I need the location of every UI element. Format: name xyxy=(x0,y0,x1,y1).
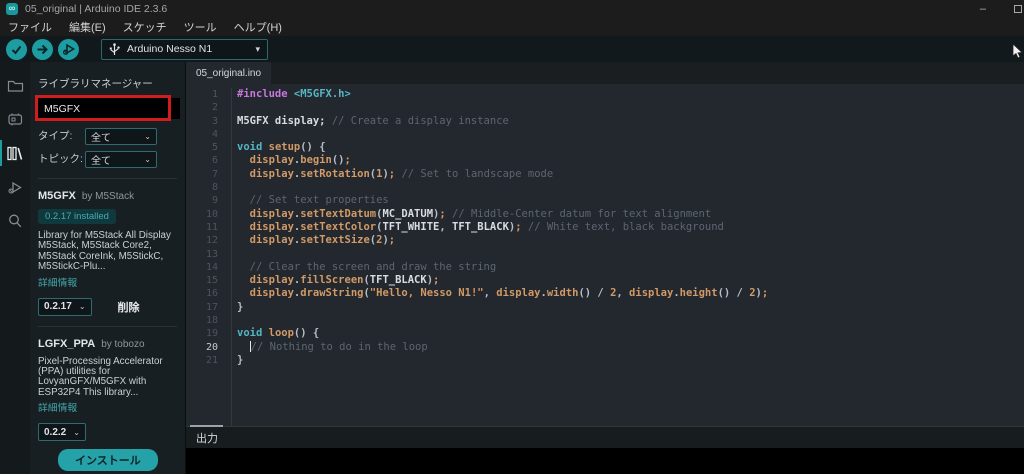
library-manager-panel: ライブラリマネージャー タイプ: 全て ⌄ トピック: 全て ⌄ M5GFX b… xyxy=(30,62,186,474)
chevron-down-icon: ▾ xyxy=(255,44,260,55)
library-author: by tobozo xyxy=(101,339,144,350)
output-panel: 出力 xyxy=(186,426,1024,474)
verify-button[interactable] xyxy=(6,39,27,60)
upload-button[interactable] xyxy=(32,39,53,60)
library-name: M5GFX xyxy=(38,190,76,202)
topic-filter-row: トピック: 全て ⌄ xyxy=(38,151,185,168)
remove-button[interactable]: 削除 xyxy=(118,299,140,315)
chevron-down-icon: ⌄ xyxy=(144,155,151,164)
menu-file[interactable]: ファイル xyxy=(8,19,52,35)
tab-output[interactable]: 出力 xyxy=(196,430,218,446)
library-actions: 0.2.17 ⌄ 削除 xyxy=(38,298,175,316)
menubar: ファイル 編集(E) スケッチ ツール ヘルプ(H) xyxy=(0,18,1024,36)
library-search xyxy=(38,98,180,119)
library-card-lgfx-ppa: LGFX_PPA by tobozo Pixel-Processing Acce… xyxy=(38,327,185,472)
topic-filter-label: トピック: xyxy=(38,154,85,165)
arrow-right-icon xyxy=(36,43,49,56)
activity-bar xyxy=(0,62,30,474)
library-books-icon xyxy=(6,145,24,162)
output-console xyxy=(186,448,1024,474)
output-tab-row: 出力 xyxy=(186,427,1024,448)
debug-button[interactable] xyxy=(58,39,79,60)
search-icon xyxy=(7,213,23,229)
menu-edit[interactable]: 編集(E) xyxy=(69,19,106,35)
board-selector[interactable]: Arduino Nesso N1 ▾ xyxy=(101,39,268,60)
type-filter-value: 全て xyxy=(91,129,144,144)
library-author: by M5Stack xyxy=(82,191,134,202)
menu-tools[interactable]: ツール xyxy=(184,19,217,35)
more-info-link[interactable]: 詳細情報 xyxy=(38,275,175,289)
install-button[interactable]: インストール xyxy=(58,449,158,471)
board-chip-icon xyxy=(7,112,24,127)
toolbar: Arduino Nesso N1 ▾ xyxy=(0,36,1024,62)
library-name: LGFX_PPA xyxy=(38,338,95,350)
more-info-link[interactable]: 詳細情報 xyxy=(38,400,175,414)
type-filter-row: タイプ: 全て ⌄ xyxy=(38,128,185,145)
minimize-button[interactable]: – xyxy=(980,5,986,13)
usb-plug-icon xyxy=(109,43,120,56)
chevron-down-icon: ⌄ xyxy=(144,132,151,141)
tab-05-original-ino[interactable]: 05_original.ino xyxy=(186,62,271,84)
version-select[interactable]: 0.2.2 ⌄ xyxy=(38,423,86,441)
debug-icon xyxy=(62,42,76,56)
tab-strip: 05_original.ino xyxy=(186,62,1024,84)
chevron-down-icon: ⌄ xyxy=(79,302,86,311)
menu-sketch[interactable]: スケッチ xyxy=(123,19,167,35)
type-filter-label: タイプ: xyxy=(38,131,85,142)
version-value: 0.2.2 xyxy=(44,427,66,438)
main-area: ライブラリマネージャー タイプ: 全て ⌄ トピック: 全て ⌄ M5GFX b… xyxy=(0,62,1024,474)
editor-area: 05_original.ino 123456789101112131415161… xyxy=(186,62,1024,474)
arduino-logo-icon: ∞ xyxy=(6,3,18,15)
library-actions: 0.2.2 ⌄ xyxy=(38,423,175,441)
library-search-input[interactable] xyxy=(38,98,180,119)
panel-resize-handle[interactable] xyxy=(190,425,223,427)
debug-icon xyxy=(7,180,24,195)
line-number-gutter: 123456789101112131415161718192021 xyxy=(186,88,232,426)
library-card-m5gfx: M5GFX by M5Stack 0.2.17 installed Librar… xyxy=(38,179,185,316)
window-title: 05_original | Arduino IDE 2.3.6 xyxy=(25,3,167,15)
version-select[interactable]: 0.2.17 ⌄ xyxy=(38,298,92,316)
sidebar-item-search[interactable] xyxy=(0,204,30,238)
titlebar: ∞ 05_original | Arduino IDE 2.3.6 – xyxy=(0,0,1024,18)
code-editor[interactable]: 123456789101112131415161718192021 #inclu… xyxy=(186,84,1024,426)
library-description: Pixel-Processing Accelerator (PPA) utili… xyxy=(38,357,175,399)
library-description: Library for M5Stack All Display M5Stack,… xyxy=(38,231,175,273)
window-controls: – xyxy=(980,0,1024,18)
sidebar-item-sketchbook[interactable] xyxy=(0,68,30,102)
version-value: 0.2.17 xyxy=(44,301,72,312)
topic-filter-value: 全て xyxy=(91,152,144,167)
maximize-button[interactable] xyxy=(1014,5,1022,13)
chevron-down-icon: ⌄ xyxy=(73,428,80,437)
code-lines: #include <M5GFX.h>M5GFX display; // Crea… xyxy=(232,88,1024,426)
topic-filter-select[interactable]: 全て ⌄ xyxy=(85,151,157,168)
installed-badge: 0.2.17 installed xyxy=(38,209,116,224)
type-filter-select[interactable]: 全て ⌄ xyxy=(85,128,157,145)
panel-title: ライブラリマネージャー xyxy=(38,76,185,91)
menu-help[interactable]: ヘルプ(H) xyxy=(234,19,282,35)
sidebar-item-boards-manager[interactable] xyxy=(0,102,30,136)
folder-icon xyxy=(7,78,24,93)
check-icon xyxy=(10,43,23,56)
sidebar-item-debug[interactable] xyxy=(0,170,30,204)
board-selector-value: Arduino Nesso N1 xyxy=(127,43,255,55)
sidebar-item-library-manager[interactable] xyxy=(0,136,30,170)
